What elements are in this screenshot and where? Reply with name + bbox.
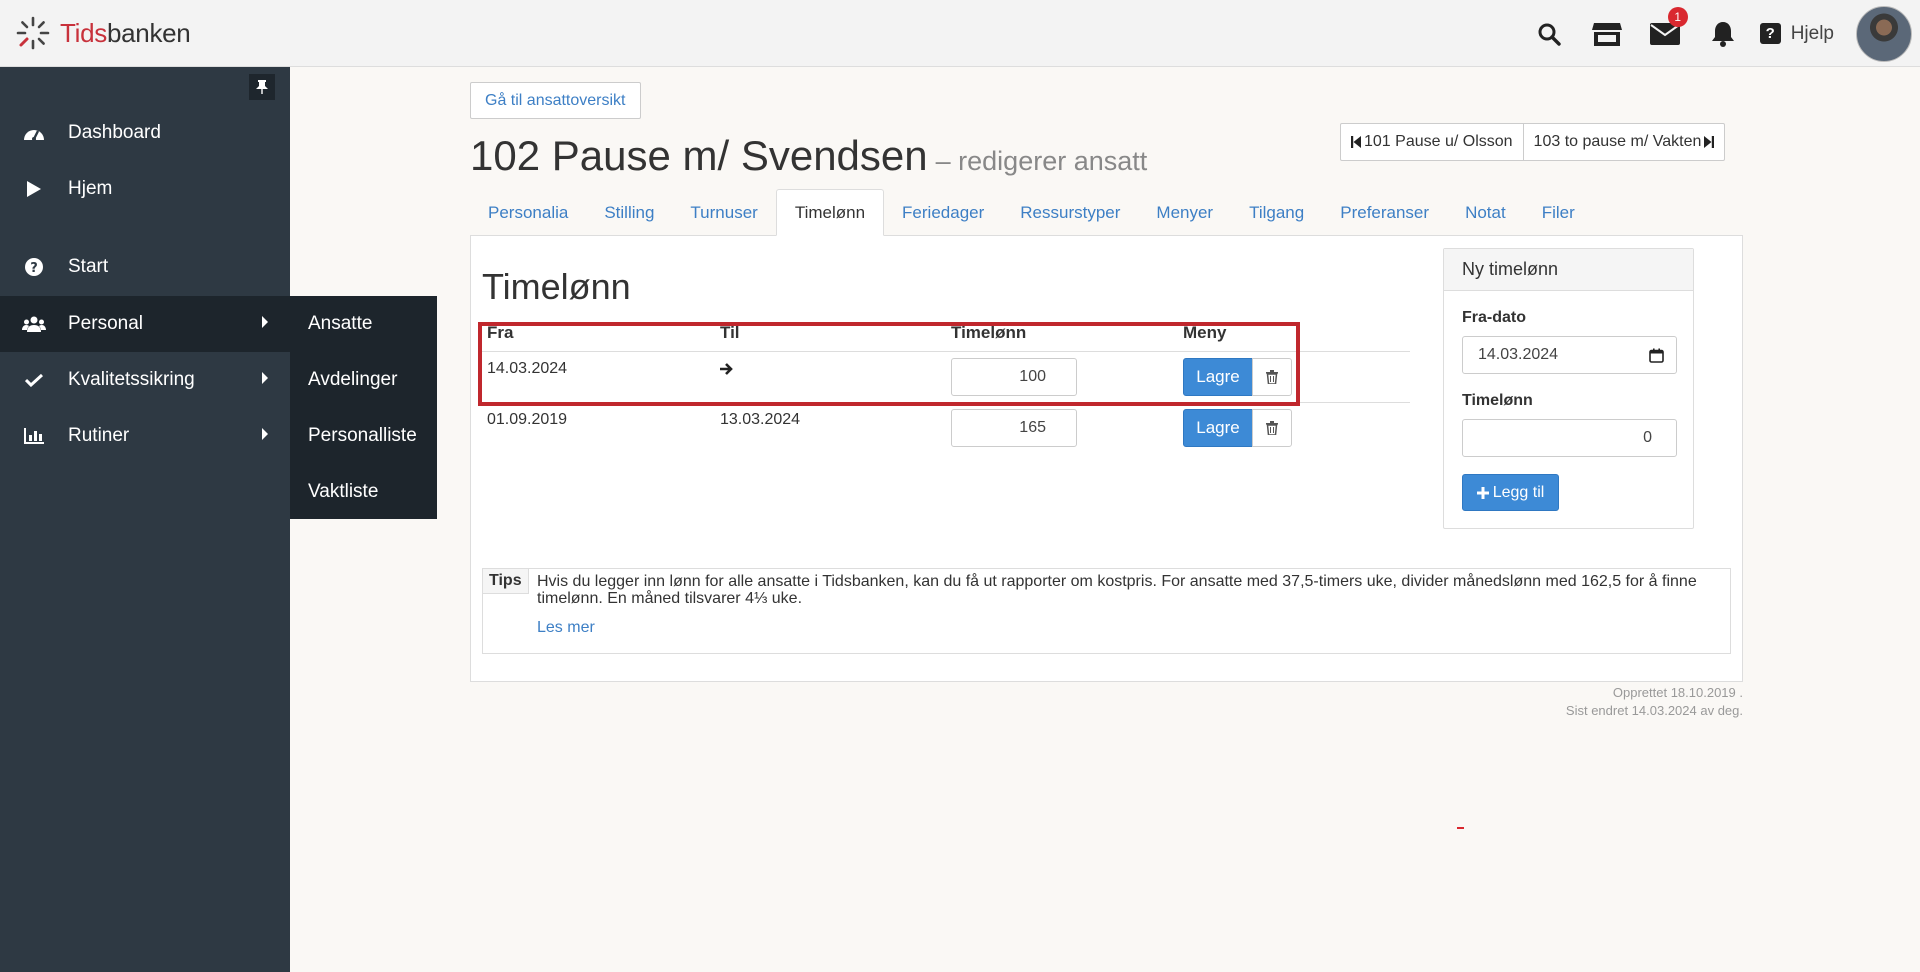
submenu-item-personalliste[interactable]: Personalliste — [290, 408, 437, 464]
notifications-button[interactable] — [1694, 0, 1752, 67]
from-date-input[interactable]: 14.03.2024 — [1462, 336, 1677, 374]
sidebar-item-hjem[interactable]: Hjem — [0, 161, 290, 217]
next-employee-button[interactable]: 103 to pause m/ Vakten — [1522, 124, 1725, 160]
row-2-wage-input[interactable] — [951, 409, 1077, 447]
plus-icon — [1476, 486, 1489, 499]
sidebar-item-start[interactable]: ? Start — [0, 239, 290, 295]
tab-filer[interactable]: Filer — [1524, 189, 1593, 236]
logo[interactable]: Tidsbanken — [16, 16, 191, 50]
pin-icon — [256, 80, 268, 94]
sidebar: Dashboard Hjem ? Start Personal Kvalitet… — [0, 67, 290, 972]
add-wage-button[interactable]: Legg til — [1462, 474, 1559, 511]
store-button[interactable] — [1578, 0, 1636, 67]
search-icon — [1538, 23, 1561, 46]
row-2-save-button[interactable]: Lagre — [1183, 409, 1253, 447]
row-2-from: 01.09.2019 — [487, 411, 568, 428]
bell-icon — [1711, 21, 1734, 47]
dashboard-icon — [24, 130, 44, 141]
tab-timelonn[interactable]: Timelønn — [775, 189, 885, 236]
tab-notat[interactable]: Notat — [1447, 189, 1524, 236]
sidebar-item-dashboard[interactable]: Dashboard — [0, 105, 290, 161]
personal-submenu: Ansatte Avdelinger Personalliste Vaktlis… — [290, 296, 437, 519]
tips-box: Tips Hvis du legger inn lønn for alle an… — [482, 568, 1731, 654]
store-icon — [1591, 22, 1622, 46]
help-button[interactable]: ? Hjelp — [1752, 0, 1856, 67]
help-label: Hjelp — [1790, 22, 1834, 44]
sidebar-item-rutiner[interactable]: Rutiner — [0, 408, 290, 464]
wage-label: Timelønn — [1462, 392, 1533, 409]
trash-icon — [1266, 421, 1278, 435]
users-icon — [22, 316, 46, 332]
top-bar: Tidsbanken 1 ? Hjelp — [0, 0, 1920, 67]
row-2-to: 13.03.2024 — [720, 411, 801, 428]
submenu-item-vaktliste[interactable]: Vaktliste — [290, 464, 437, 520]
row-2-delete-button[interactable] — [1252, 409, 1292, 447]
employee-name: 102 Pause m/ Svendsen — [470, 132, 928, 179]
mail-button[interactable]: 1 — [1636, 0, 1694, 67]
chevron-right-icon — [262, 372, 268, 384]
page-title: 102 Pause m/ Svendsen – redigerer ansatt — [470, 132, 1147, 180]
panel-title: Ny timelønn — [1444, 249, 1693, 291]
section-title: Timelønn — [482, 266, 631, 307]
step-forward-icon — [1704, 136, 1715, 148]
avatar[interactable] — [1856, 5, 1912, 62]
tab-menyer[interactable]: Menyer — [1138, 189, 1231, 236]
sidebar-item-personal[interactable]: Personal — [0, 296, 290, 352]
employee-tabs: Personalia Stilling Turnuser Timelønn Fe… — [470, 189, 1743, 236]
check-icon — [25, 373, 43, 387]
submenu-item-avdelinger[interactable]: Avdelinger — [290, 352, 437, 408]
logo-icon — [16, 16, 50, 50]
read-more-link[interactable]: Les mer — [537, 619, 595, 637]
help-icon: ? — [1759, 23, 1781, 44]
page-subtitle: – redigerer ansatt — [935, 146, 1148, 176]
tab-stilling[interactable]: Stilling — [586, 189, 672, 236]
question-circle-icon: ? — [25, 258, 43, 276]
mail-badge: 1 — [1667, 7, 1688, 27]
previous-employee-button[interactable]: 101 Pause u/ Olsson — [1341, 124, 1523, 160]
play-icon — [27, 181, 41, 197]
chevron-right-icon — [262, 428, 268, 440]
highlight-box — [478, 322, 1300, 406]
pin-button[interactable] — [249, 74, 275, 100]
tips-text: Hvis du legger inn lønn for alle ansatte… — [537, 573, 1697, 607]
goto-employee-overview-button[interactable]: Gå til ansattoversikt — [470, 82, 641, 119]
new-wage-panel: Ny timelønn Fra-dato 14.03.2024 Timelønn… — [1443, 248, 1694, 529]
employee-pager: 101 Pause u/ Olsson 103 to pause m/ Vakt… — [1340, 123, 1726, 161]
from-date-label: Fra-dato — [1462, 309, 1526, 326]
created-info: Opprettet 18.10.2019 . — [1612, 685, 1743, 700]
search-button[interactable] — [1520, 0, 1578, 67]
svg-text:?: ? — [30, 261, 38, 276]
tab-feriedager[interactable]: Feriedager — [884, 189, 1002, 236]
new-wage-input[interactable]: 0 — [1462, 419, 1677, 457]
red-marker — [1457, 827, 1464, 829]
tips-label: Tips — [483, 569, 529, 594]
step-backward-icon — [1351, 136, 1361, 148]
logo-text: Tidsbanken — [60, 17, 191, 48]
submenu-item-ansatte[interactable]: Ansatte — [290, 296, 437, 352]
tab-turnuser[interactable]: Turnuser — [672, 189, 775, 236]
tab-preferanser[interactable]: Preferanser — [1322, 189, 1447, 236]
sidebar-item-kvalitetssikring[interactable]: Kvalitetssikring — [0, 352, 290, 408]
calendar-icon — [1649, 348, 1664, 363]
tab-tilgang[interactable]: Tilgang — [1231, 189, 1322, 236]
chevron-right-icon — [262, 316, 268, 328]
modified-info: Sist endret 14.03.2024 av deg. — [1565, 703, 1743, 718]
bar-chart-icon — [24, 428, 44, 444]
tab-ressurstyper[interactable]: Ressurstyper — [1002, 189, 1138, 236]
tab-personalia[interactable]: Personalia — [470, 189, 586, 236]
